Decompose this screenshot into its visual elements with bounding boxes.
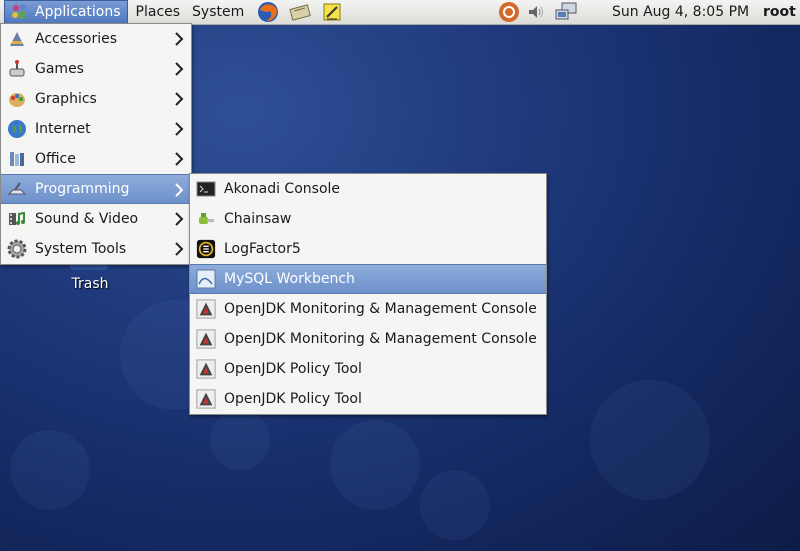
terminal-icon <box>196 179 216 199</box>
menu-item-sound-video[interactable]: Sound & Video <box>1 204 191 234</box>
menu-item-label: OpenJDK Policy Tool <box>224 391 362 407</box>
applications-menu-button[interactable]: Applications <box>4 0 128 24</box>
menu-item-graphics[interactable]: Graphics <box>1 84 191 114</box>
office-icon <box>7 149 27 169</box>
chevron-right-icon <box>175 242 184 256</box>
desktop-bokeh <box>590 380 710 500</box>
places-menu-button[interactable]: Places <box>130 0 187 24</box>
java-icon <box>196 359 216 379</box>
system-tools-icon <box>7 239 27 259</box>
chevron-right-icon <box>175 122 184 136</box>
programming-submenu: Akonadi Console Chainsaw LogFactor5 MySQ… <box>189 173 547 415</box>
logfactor5-icon <box>196 239 216 259</box>
menu-item-label: Akonadi Console <box>224 181 341 197</box>
chevron-right-icon <box>175 92 184 106</box>
text-editor-icon <box>323 3 341 21</box>
menu-item-programming[interactable]: Programming <box>1 174 191 204</box>
text-editor-launcher[interactable] <box>320 0 344 24</box>
menu-item-mysql-workbench[interactable]: MySQL Workbench <box>190 264 546 294</box>
menu-item-label: Chainsaw <box>224 211 292 227</box>
menu-item-games[interactable]: Games <box>1 54 191 84</box>
menu-item-label: Graphics <box>35 91 97 107</box>
menu-item-label: Sound & Video <box>35 211 139 227</box>
internet-icon <box>7 119 27 139</box>
notes-icon <box>289 4 312 21</box>
menu-item-label: Office <box>35 151 76 167</box>
programming-icon <box>7 179 27 199</box>
volume-tray-item[interactable] <box>525 0 547 24</box>
java-icon <box>196 299 216 319</box>
menu-item-label: Games <box>35 61 84 77</box>
java-icon <box>196 389 216 409</box>
menu-item-label: Programming <box>35 181 130 197</box>
system-menu-button[interactable]: System <box>186 0 250 24</box>
menu-item-label: OpenJDK Monitoring & Management Console <box>224 301 537 317</box>
applications-menu-label: Applications <box>35 4 121 20</box>
menu-item-logfactor5[interactable]: LogFactor5 <box>190 234 546 264</box>
menu-item-label: LogFactor5 <box>224 241 301 257</box>
applications-menu: Accessories Games Graphics Internet Offi… <box>0 23 192 265</box>
accessories-icon <box>7 29 27 49</box>
volume-icon <box>529 6 543 18</box>
chevron-right-icon <box>175 62 184 76</box>
chevron-right-icon <box>175 183 184 197</box>
chevron-right-icon <box>175 212 184 226</box>
clock[interactable]: Sun Aug 4, 8:05 PM <box>612 0 749 24</box>
user-switcher[interactable]: root <box>763 0 796 24</box>
mysql-workbench-icon <box>196 269 216 289</box>
desktop-bokeh <box>10 430 90 510</box>
menu-item-label: System Tools <box>35 241 127 257</box>
menu-item-akonadi-console[interactable]: Akonadi Console <box>190 174 546 204</box>
menu-item-chainsaw[interactable]: Chainsaw <box>190 204 546 234</box>
games-icon <box>7 59 27 79</box>
menu-item-openjdk-policy-tool[interactable]: OpenJDK Policy Tool <box>190 354 546 384</box>
menu-item-label: Accessories <box>35 31 118 47</box>
graphics-icon <box>7 89 27 109</box>
menu-item-internet[interactable]: Internet <box>1 114 191 144</box>
menu-item-accessories[interactable]: Accessories <box>1 24 191 54</box>
menu-item-label: MySQL Workbench <box>224 271 355 287</box>
sound-video-icon <box>7 209 27 229</box>
desktop-bokeh <box>210 410 270 470</box>
system-menu-label: System <box>192 4 245 20</box>
trash-label[interactable]: Trash <box>60 276 120 292</box>
menu-item-label: OpenJDK Policy Tool <box>224 361 362 377</box>
firefox-icon <box>258 2 279 22</box>
menu-item-label: OpenJDK Monitoring & Management Console <box>224 331 537 347</box>
menu-item-system-tools[interactable]: System Tools <box>1 234 191 264</box>
gnome-foot-icon <box>11 3 29 21</box>
menu-item-openjdk-policy-tool[interactable]: OpenJDK Policy Tool <box>190 384 546 414</box>
desktop-bokeh <box>420 470 490 540</box>
top-panel: Applications Places System Sun Aug 4, 8:… <box>0 0 800 25</box>
desktop-bokeh <box>330 420 420 510</box>
update-icon <box>499 2 519 22</box>
network-tray-item[interactable] <box>553 0 579 24</box>
places-menu-label: Places <box>135 4 181 20</box>
menu-item-label: Internet <box>35 121 91 137</box>
java-icon <box>196 329 216 349</box>
notes-launcher[interactable] <box>288 0 312 24</box>
menu-item-openjdk-monitoring-console[interactable]: OpenJDK Monitoring & Management Console <box>190 294 546 324</box>
chevron-right-icon <box>175 152 184 166</box>
network-icon <box>555 2 577 20</box>
menu-item-openjdk-monitoring-console[interactable]: OpenJDK Monitoring & Management Console <box>190 324 546 354</box>
firefox-launcher[interactable] <box>256 0 280 24</box>
update-tray-item[interactable] <box>497 0 521 24</box>
chevron-right-icon <box>175 32 184 46</box>
chainsaw-icon <box>196 209 216 229</box>
menu-item-office[interactable]: Office <box>1 144 191 174</box>
